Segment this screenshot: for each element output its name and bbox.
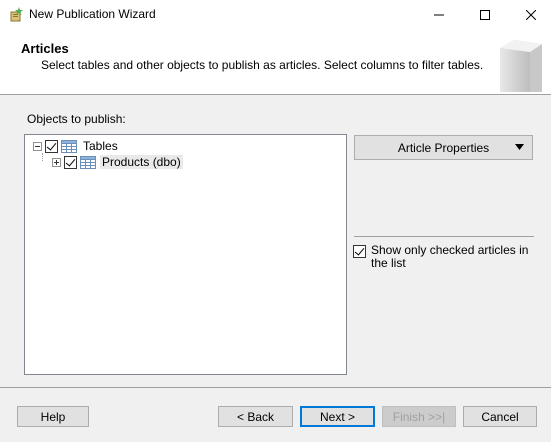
collapse-icon[interactable] [33,141,42,151]
finish-button[interactable]: Finish >>| [382,406,456,427]
table-icon [80,155,96,169]
wizard-banner-icon [500,40,542,92]
show-only-checked-option[interactable]: Show only checked articles in the list [353,244,533,270]
show-only-checked-checkbox[interactable] [353,245,366,258]
page-subtitle: Select tables and other objects to publi… [41,58,484,72]
cancel-button[interactable]: Cancel [463,406,537,427]
objects-to-publish-label: Objects to publish: [27,112,126,126]
next-button[interactable]: Next > [300,406,375,427]
wizard-window: New Publication Wizard Articles Select t… [0,0,551,442]
table-icon [61,139,77,153]
tree-node-label: Products (dbo) [100,155,183,169]
help-button[interactable]: Help [17,406,89,427]
article-properties-button[interactable]: Article Properties [354,135,533,160]
maximize-icon [480,9,490,20]
page-title: Articles [21,41,69,56]
divider [354,236,534,237]
close-icon [526,9,536,20]
footer-divider [0,387,551,388]
close-button[interactable] [508,0,551,29]
window-title: New Publication Wizard [29,7,156,21]
article-properties-label: Article Properties [397,140,490,155]
dropdown-arrow-icon [515,144,524,150]
tree-node-products[interactable]: Products (dbo) [52,154,183,170]
wizard-header: Articles Select tables and other objects… [0,29,551,95]
maximize-button[interactable] [462,0,508,29]
objects-tree[interactable]: Tables Products (dbo) [24,134,347,375]
title-bar: New Publication Wizard [0,0,551,29]
tree-node-label: Tables [83,139,118,153]
tables-checkbox[interactable] [45,139,58,153]
minimize-icon [434,14,444,15]
minimize-button[interactable] [416,0,462,29]
products-checkbox[interactable] [64,155,77,169]
wizard-app-icon [10,7,23,22]
tree-node-tables[interactable]: Tables [33,138,120,154]
show-only-checked-label: Show only checked articles in the list [371,243,529,270]
back-button[interactable]: < Back [218,406,293,427]
expand-icon[interactable] [52,157,61,167]
